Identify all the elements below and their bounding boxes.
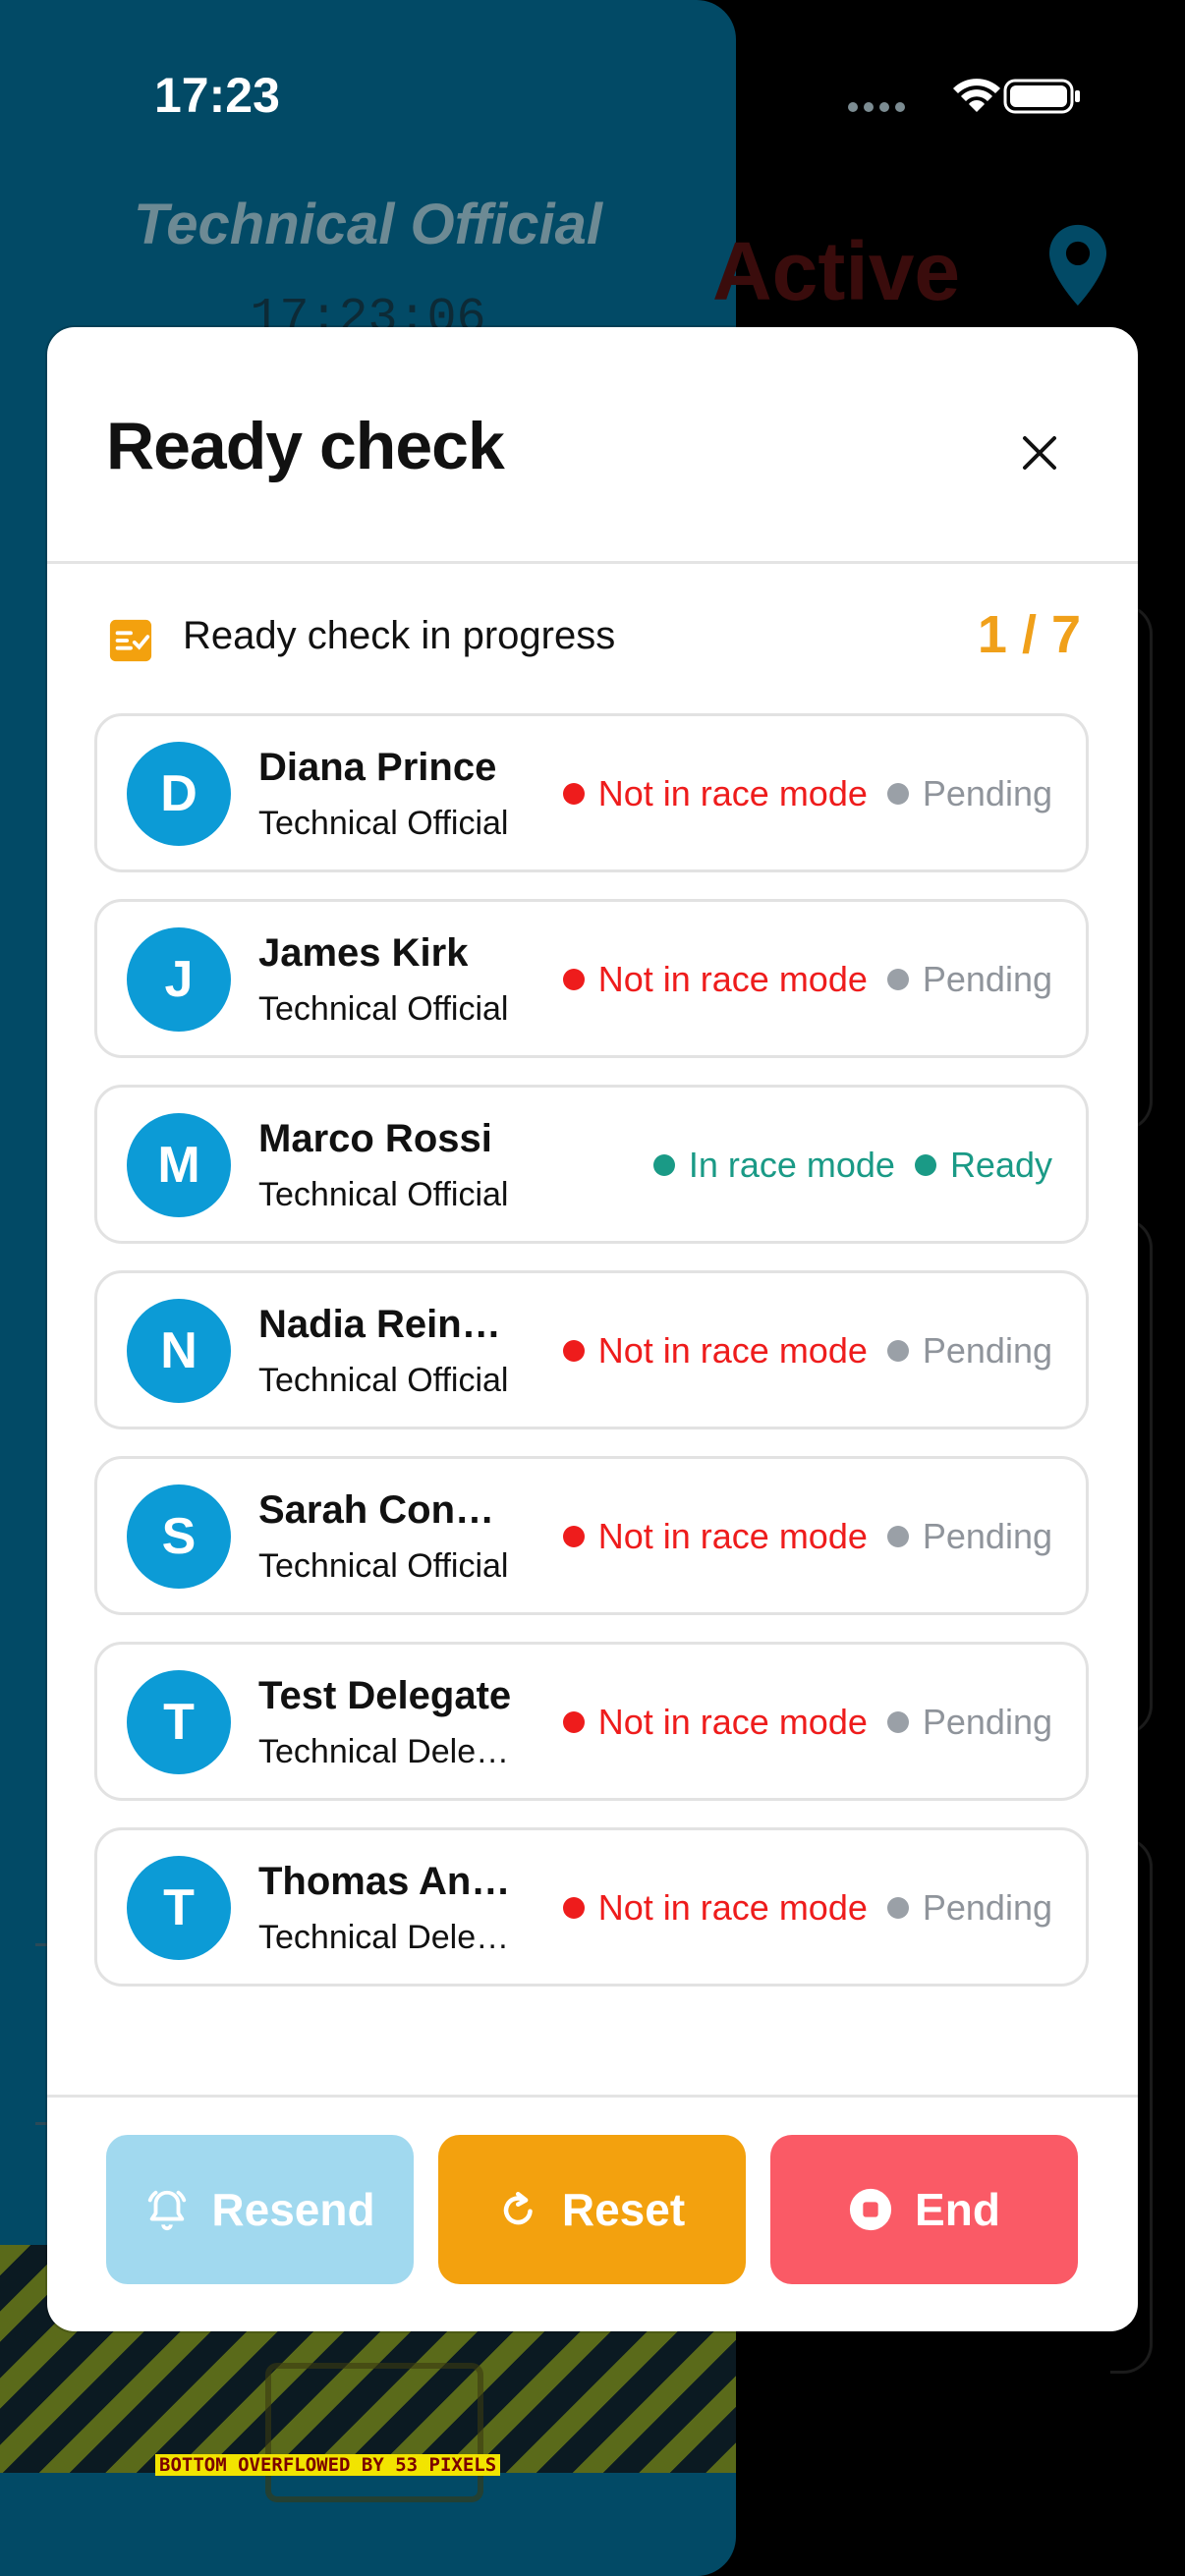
status-dot xyxy=(886,1526,909,1547)
race-mode-status: In race mode xyxy=(652,1145,895,1186)
participant-statuses: Not in race mode Pending xyxy=(562,1702,1052,1743)
participant-row[interactable]: N Nadia Reinhardt Technical Official Not… xyxy=(94,1270,1089,1429)
participant-role: Technical Official xyxy=(258,805,509,842)
avatar: T xyxy=(127,1670,231,1774)
race-mode-status: Not in race mode xyxy=(562,959,868,1000)
modal-title: Ready check xyxy=(106,409,505,483)
ready-state: Ready xyxy=(914,1145,1052,1186)
participant-role: Technical Delegate xyxy=(258,1919,516,1956)
wifi-icon xyxy=(953,79,1000,112)
avatar: M xyxy=(127,1113,231,1217)
resend-button[interactable]: Resend xyxy=(106,2135,414,2284)
end-label: End xyxy=(915,2184,1000,2235)
reset-label: Reset xyxy=(561,2184,686,2235)
location-pin-icon xyxy=(1049,224,1106,307)
participant-name: Diana Prince xyxy=(258,746,497,789)
ready-state: Pending xyxy=(886,959,1052,1000)
close-icon xyxy=(1023,436,1056,470)
progress-label: Ready check in progress xyxy=(183,614,616,657)
participant-statuses: Not in race mode Pending xyxy=(562,773,1052,814)
status-dot xyxy=(562,1340,585,1362)
status-dot xyxy=(886,1897,909,1919)
battery-icon xyxy=(1003,79,1080,114)
background-role-title: Technical Official xyxy=(133,193,603,256)
participant-row[interactable]: T Thomas Anderson Technical Delegate Not… xyxy=(94,1827,1089,1987)
avatar: T xyxy=(127,1856,231,1960)
status-dot xyxy=(652,1154,675,1176)
refresh-icon xyxy=(503,2191,533,2225)
status-dot xyxy=(562,969,585,990)
participant-role: Technical Delegate xyxy=(258,1733,516,1770)
ready-state: Pending xyxy=(886,1516,1052,1557)
bell-ring-icon xyxy=(148,2190,187,2231)
avatar: D xyxy=(127,742,231,846)
ready-check-modal: Ready check Ready check in progress 1 / … xyxy=(47,327,1138,2331)
race-mode-status: Not in race mode xyxy=(562,1516,868,1557)
status-bar-time: 17:23 xyxy=(154,68,280,123)
race-mode-status: Not in race mode xyxy=(562,1887,868,1929)
participant-row[interactable]: T Test Delegate Technical Delegate Not i… xyxy=(94,1642,1089,1801)
status-dot xyxy=(562,1897,585,1919)
participant-role: Technical Official xyxy=(258,1547,509,1585)
participant-row[interactable]: J James Kirk Technical Official Not in r… xyxy=(94,899,1089,1058)
participant-statuses: In race mode Ready xyxy=(652,1145,1052,1186)
status-dot xyxy=(886,1340,909,1362)
avatar: N xyxy=(127,1299,231,1403)
race-mode-status: Not in race mode xyxy=(562,1702,868,1743)
overflow-warning: BOTTOM OVERFLOWED BY 53 PIXELS xyxy=(155,2454,501,2476)
avatar: S xyxy=(127,1484,231,1589)
status-dot xyxy=(886,1711,909,1733)
modal-header: Ready check xyxy=(47,327,1138,563)
participant-statuses: Not in race mode Pending xyxy=(562,1887,1052,1929)
stop-circle-icon xyxy=(849,2188,892,2231)
race-mode-status: Not in race mode xyxy=(562,1330,868,1372)
status-dot xyxy=(562,1711,585,1733)
participant-name: Marco Rossi xyxy=(258,1117,492,1160)
participant-row[interactable]: M Marco Rossi Technical Official In race… xyxy=(94,1085,1089,1244)
participant-list: D Diana Prince Technical Official Not in… xyxy=(94,713,1089,2013)
participant-role: Technical Official xyxy=(258,1362,509,1399)
reset-button[interactable]: Reset xyxy=(438,2135,746,2284)
avatar: J xyxy=(127,927,231,1032)
ready-state: Pending xyxy=(886,1330,1052,1372)
close-button[interactable] xyxy=(1000,414,1079,492)
race-mode-status: Not in race mode xyxy=(562,773,868,814)
participant-name: Nadia Reinhardt xyxy=(258,1303,516,1346)
participant-statuses: Not in race mode Pending xyxy=(562,1516,1052,1557)
background-status-word: Active xyxy=(712,225,961,317)
status-bar-icons xyxy=(848,79,1080,114)
progress-count: 1 / 7 xyxy=(977,605,1081,664)
header-divider xyxy=(47,561,1138,564)
participant-name: Sarah Connor xyxy=(258,1488,516,1532)
participant-name: Test Delegate xyxy=(258,1674,512,1717)
participant-statuses: Not in race mode Pending xyxy=(562,959,1052,1000)
background-card-outline xyxy=(265,2363,483,2502)
ready-state: Pending xyxy=(886,773,1052,814)
status-dot xyxy=(562,1526,585,1547)
ready-state: Pending xyxy=(886,1702,1052,1743)
participant-role: Technical Official xyxy=(258,990,509,1028)
signal-icon xyxy=(848,102,905,112)
participant-row[interactable]: D Diana Prince Technical Official Not in… xyxy=(94,713,1089,872)
participant-name: James Kirk xyxy=(258,931,469,975)
status-dot xyxy=(886,783,909,805)
status-dot xyxy=(562,783,585,805)
participant-row[interactable]: S Sarah Connor Technical Official Not in… xyxy=(94,1456,1089,1615)
checklist-icon xyxy=(109,619,152,662)
ready-state: Pending xyxy=(886,1887,1052,1929)
status-dot xyxy=(886,969,909,990)
end-button[interactable]: End xyxy=(770,2135,1078,2284)
status-dot xyxy=(914,1154,936,1176)
participant-role: Technical Official xyxy=(258,1176,509,1213)
participant-name: Thomas Anderson xyxy=(258,1860,516,1903)
participant-statuses: Not in race mode Pending xyxy=(562,1330,1052,1372)
resend-label: Resend xyxy=(211,2184,375,2235)
